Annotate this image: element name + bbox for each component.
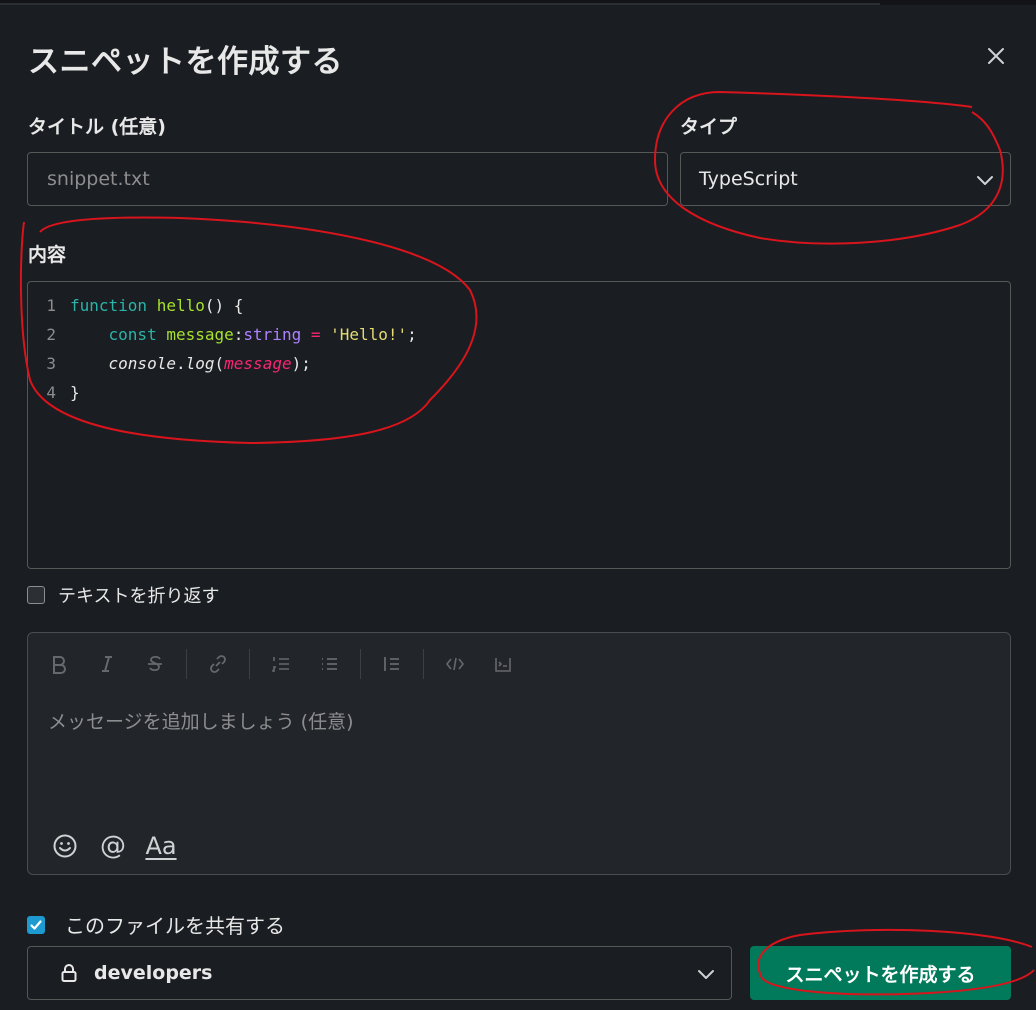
code-line: 3 console. log(message); bbox=[28, 349, 1010, 378]
code-token: . bbox=[175, 354, 186, 373]
code-token: hello bbox=[156, 296, 205, 315]
blockquote-icon bbox=[384, 657, 399, 671]
code-block-icon bbox=[495, 658, 511, 672]
link-button[interactable] bbox=[201, 649, 235, 679]
close-button[interactable] bbox=[980, 40, 1012, 72]
message-composer[interactable]: メッセージを追加しましょう (任意) @ Aa bbox=[27, 632, 1011, 875]
ordered-list-button[interactable] bbox=[264, 649, 298, 679]
chevron-down-icon bbox=[977, 176, 993, 185]
create-snippet-button[interactable]: スニペットを作成する bbox=[750, 946, 1011, 1000]
code-button[interactable] bbox=[438, 649, 472, 679]
content-label: 内容 bbox=[28, 244, 67, 266]
code-icon bbox=[445, 657, 465, 671]
code-token: string bbox=[243, 325, 302, 344]
message-input[interactable]: メッセージを追加しましょう (任意) bbox=[48, 707, 354, 734]
link-icon bbox=[210, 655, 226, 673]
blockquote-button[interactable] bbox=[375, 649, 409, 679]
code-token: = bbox=[301, 325, 331, 344]
bulleted-list-icon bbox=[322, 658, 337, 670]
emoji-button[interactable] bbox=[48, 829, 82, 863]
code-token: () { bbox=[204, 296, 244, 315]
wrap-text-checkbox[interactable] bbox=[27, 586, 45, 604]
top-strip bbox=[0, 0, 1036, 5]
code-token: function bbox=[70, 296, 157, 315]
composer-bottom-tools: @ Aa bbox=[48, 829, 192, 863]
code-token: message bbox=[224, 354, 292, 373]
formatting-icon: Aa bbox=[145, 832, 177, 860]
code-editor[interactable]: 1 function hello() { 2 const message: strin… bbox=[27, 281, 1011, 569]
chevron-down-icon bbox=[698, 970, 714, 979]
share-file-checkbox-row[interactable]: このファイルを共有する bbox=[27, 910, 285, 939]
channel-select[interactable]: developers bbox=[27, 946, 732, 1000]
code-token: const bbox=[108, 325, 167, 344]
code-token: ( bbox=[214, 354, 225, 373]
code-token: console bbox=[108, 354, 176, 373]
code-line: 1 function hello() { bbox=[28, 291, 1010, 320]
share-file-label: このファイルを共有する bbox=[65, 914, 285, 938]
ordered-list-icon bbox=[271, 657, 289, 672]
close-icon bbox=[988, 48, 1004, 64]
code-token: log bbox=[185, 354, 215, 373]
code-token: ; bbox=[407, 325, 417, 344]
code-token: } bbox=[70, 383, 80, 402]
code-block-button[interactable] bbox=[486, 649, 520, 679]
check-icon bbox=[30, 919, 42, 930]
code-token: : bbox=[233, 325, 244, 344]
wrap-text-label: テキストを折り返す bbox=[58, 586, 220, 607]
emoji-icon bbox=[53, 834, 77, 858]
line-number: 3 bbox=[46, 354, 56, 373]
code-token: 'Hello!' bbox=[330, 325, 408, 344]
bold-button[interactable] bbox=[42, 649, 76, 679]
dialog-title: スニペットを作成する bbox=[28, 44, 343, 80]
formatting-button[interactable]: Aa bbox=[144, 829, 178, 863]
lock-icon bbox=[61, 964, 77, 982]
title-label: タイトル (任意) bbox=[28, 116, 166, 138]
line-number: 1 bbox=[46, 296, 56, 315]
strikethrough-icon bbox=[148, 655, 162, 672]
line-number: 4 bbox=[46, 383, 56, 402]
type-select-value: TypeScript bbox=[699, 168, 798, 190]
share-file-checkbox[interactable] bbox=[27, 915, 45, 934]
italic-icon bbox=[102, 656, 112, 672]
bold-icon bbox=[53, 656, 66, 674]
channel-name: developers bbox=[94, 962, 213, 984]
italic-button[interactable] bbox=[90, 649, 124, 679]
mention-button[interactable]: @ bbox=[96, 829, 130, 863]
wrap-text-checkbox-row[interactable]: テキストを折り返す bbox=[27, 582, 219, 608]
code-token: message bbox=[166, 325, 234, 344]
title-input[interactable] bbox=[27, 152, 668, 206]
bulleted-list-button[interactable] bbox=[312, 649, 346, 679]
code-line: 4} bbox=[28, 378, 1010, 407]
mention-icon: @ bbox=[100, 831, 126, 861]
code-line: 2 const message: string = 'Hello!'; bbox=[28, 320, 1010, 349]
type-select[interactable]: TypeScript bbox=[680, 152, 1011, 206]
strikethrough-button[interactable] bbox=[138, 649, 172, 679]
code-token: ); bbox=[291, 354, 311, 373]
type-label: タイプ bbox=[680, 116, 738, 138]
formatting-toolbar bbox=[42, 649, 534, 679]
line-number: 2 bbox=[46, 325, 56, 344]
